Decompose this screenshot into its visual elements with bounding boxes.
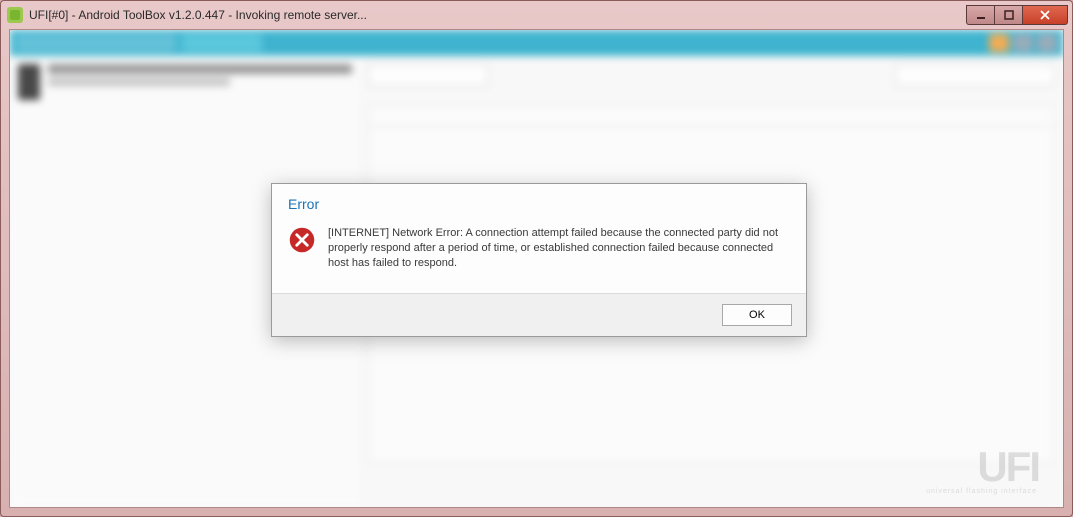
window-controls: [966, 5, 1068, 25]
window-title: UFI[#0] - Android ToolBox v1.2.0.447 - I…: [29, 8, 966, 22]
minimize-button[interactable]: [966, 5, 994, 25]
dialog-message: [INTERNET] Network Error: A connection a…: [328, 226, 790, 271]
dialog-body: [INTERNET] Network Error: A connection a…: [272, 216, 806, 293]
titlebar[interactable]: UFI[#0] - Android ToolBox v1.2.0.447 - I…: [1, 1, 1072, 29]
dialog-title: Error: [288, 196, 790, 212]
app-icon: [7, 7, 23, 23]
dialog-header: Error: [272, 184, 806, 216]
watermark-subtitle: universal flashing interface: [926, 488, 1037, 495]
maximize-button[interactable]: [994, 5, 1022, 25]
watermark-logo: UFI: [977, 443, 1039, 491]
close-button[interactable]: [1022, 5, 1068, 25]
app-window: UFI[#0] - Android ToolBox v1.2.0.447 - I…: [0, 0, 1073, 517]
dialog-footer: OK: [272, 293, 806, 336]
error-dialog: Error [INTERNET] Network Error: A connec…: [271, 183, 807, 337]
ok-button[interactable]: OK: [722, 304, 792, 326]
error-icon: [288, 226, 316, 254]
